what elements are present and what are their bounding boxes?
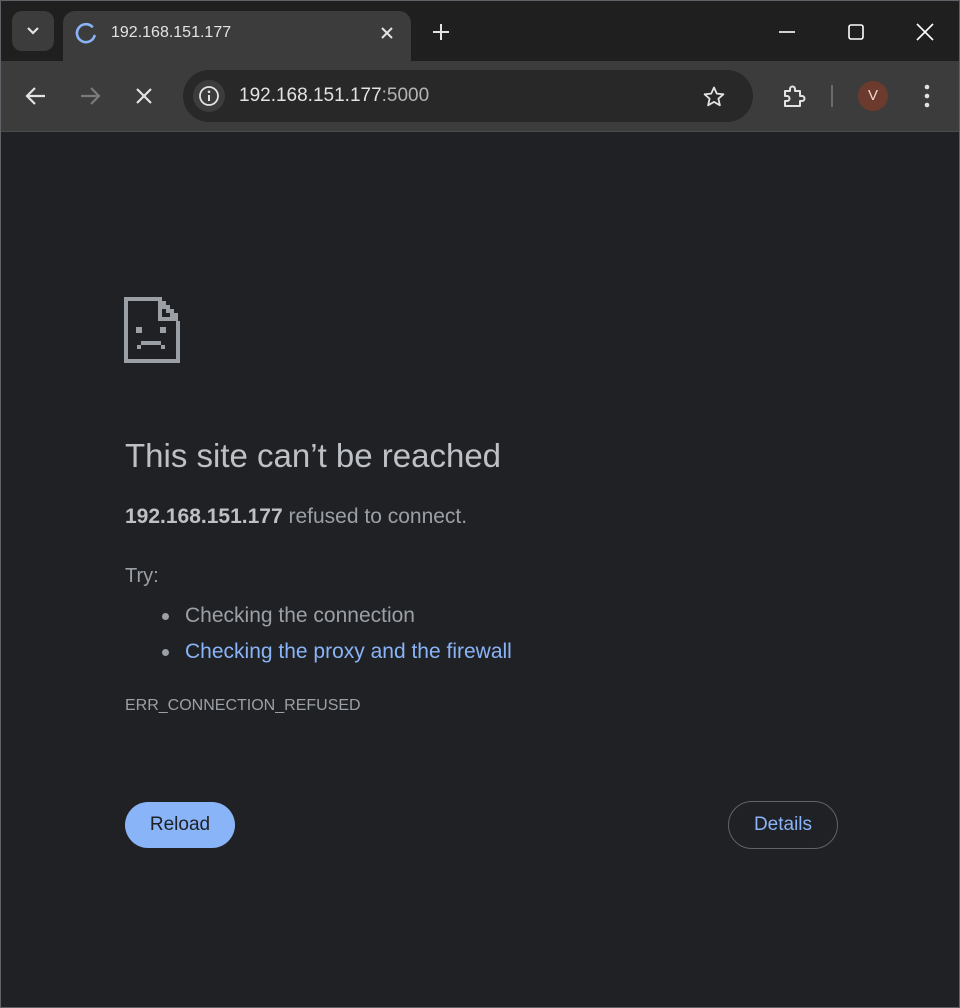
- url-text[interactable]: 192.168.151.177:5000: [239, 84, 429, 108]
- error-host: 192.168.151.177: [125, 505, 283, 528]
- tab-strip: 192.168.151.177: [1, 1, 959, 61]
- plus-icon: [433, 24, 449, 40]
- suggestions-list: Checking the connection Checking the pro…: [125, 598, 512, 670]
- active-tab[interactable]: 192.168.151.177: [63, 11, 411, 61]
- info-icon: [199, 86, 219, 106]
- back-button[interactable]: [18, 78, 54, 114]
- close-icon: [136, 88, 152, 104]
- sad-page-icon: [124, 297, 180, 363]
- maximize-button[interactable]: [833, 9, 879, 55]
- bookmark-button[interactable]: [699, 82, 729, 112]
- close-icon: [916, 23, 934, 41]
- tab-title: 192.168.151.177: [111, 24, 232, 41]
- error-summary: 192.168.151.177 refused to connect.: [125, 503, 467, 531]
- suggestion-check-proxy-firewall-link[interactable]: Checking the proxy and the firewall: [162, 634, 512, 670]
- minimize-icon: [779, 31, 795, 33]
- maximize-icon: [848, 24, 864, 40]
- reload-button[interactable]: Reload: [125, 802, 235, 848]
- menu-button[interactable]: [909, 78, 945, 114]
- arrow-left-icon: [25, 87, 45, 105]
- browser-window: 192.168.151.177 192.168.151.177:5000 V T…: [0, 0, 960, 1008]
- loading-spinner-icon: [75, 22, 96, 44]
- minimize-button[interactable]: [764, 9, 810, 55]
- url-port: :5000: [381, 85, 430, 106]
- tab-search-button[interactable]: [12, 11, 54, 51]
- try-label: Try:: [125, 565, 159, 587]
- error-code: ERR_CONNECTION_REFUSED: [125, 697, 361, 714]
- forward-button[interactable]: [72, 78, 108, 114]
- puzzle-icon: [784, 85, 806, 107]
- toolbar: 192.168.151.177:5000 V: [1, 61, 959, 132]
- tab-close-button[interactable]: [375, 21, 399, 45]
- details-button[interactable]: Details: [728, 801, 838, 849]
- kebab-menu-icon: [924, 84, 930, 108]
- profile-avatar[interactable]: V: [858, 81, 888, 111]
- arrow-right-icon: [81, 87, 101, 105]
- star-icon: [703, 86, 725, 107]
- error-heading: This site can’t be reached: [125, 437, 502, 474]
- new-tab-button[interactable]: [425, 16, 457, 48]
- suggestion-check-connection: Checking the connection: [162, 598, 512, 634]
- address-bar[interactable]: 192.168.151.177:5000: [183, 70, 753, 122]
- error-message: refused to connect.: [282, 505, 468, 528]
- close-window-button[interactable]: [902, 9, 948, 55]
- site-info-button[interactable]: [193, 80, 225, 112]
- chevron-down-icon: [27, 27, 39, 35]
- close-icon: [381, 27, 393, 39]
- stop-loading-button[interactable]: [126, 78, 162, 114]
- url-host: 192.168.151.177: [239, 85, 382, 106]
- extensions-button[interactable]: [776, 78, 812, 114]
- toolbar-divider: [831, 85, 833, 107]
- error-page: This site can’t be reached 192.168.151.1…: [1, 132, 959, 1007]
